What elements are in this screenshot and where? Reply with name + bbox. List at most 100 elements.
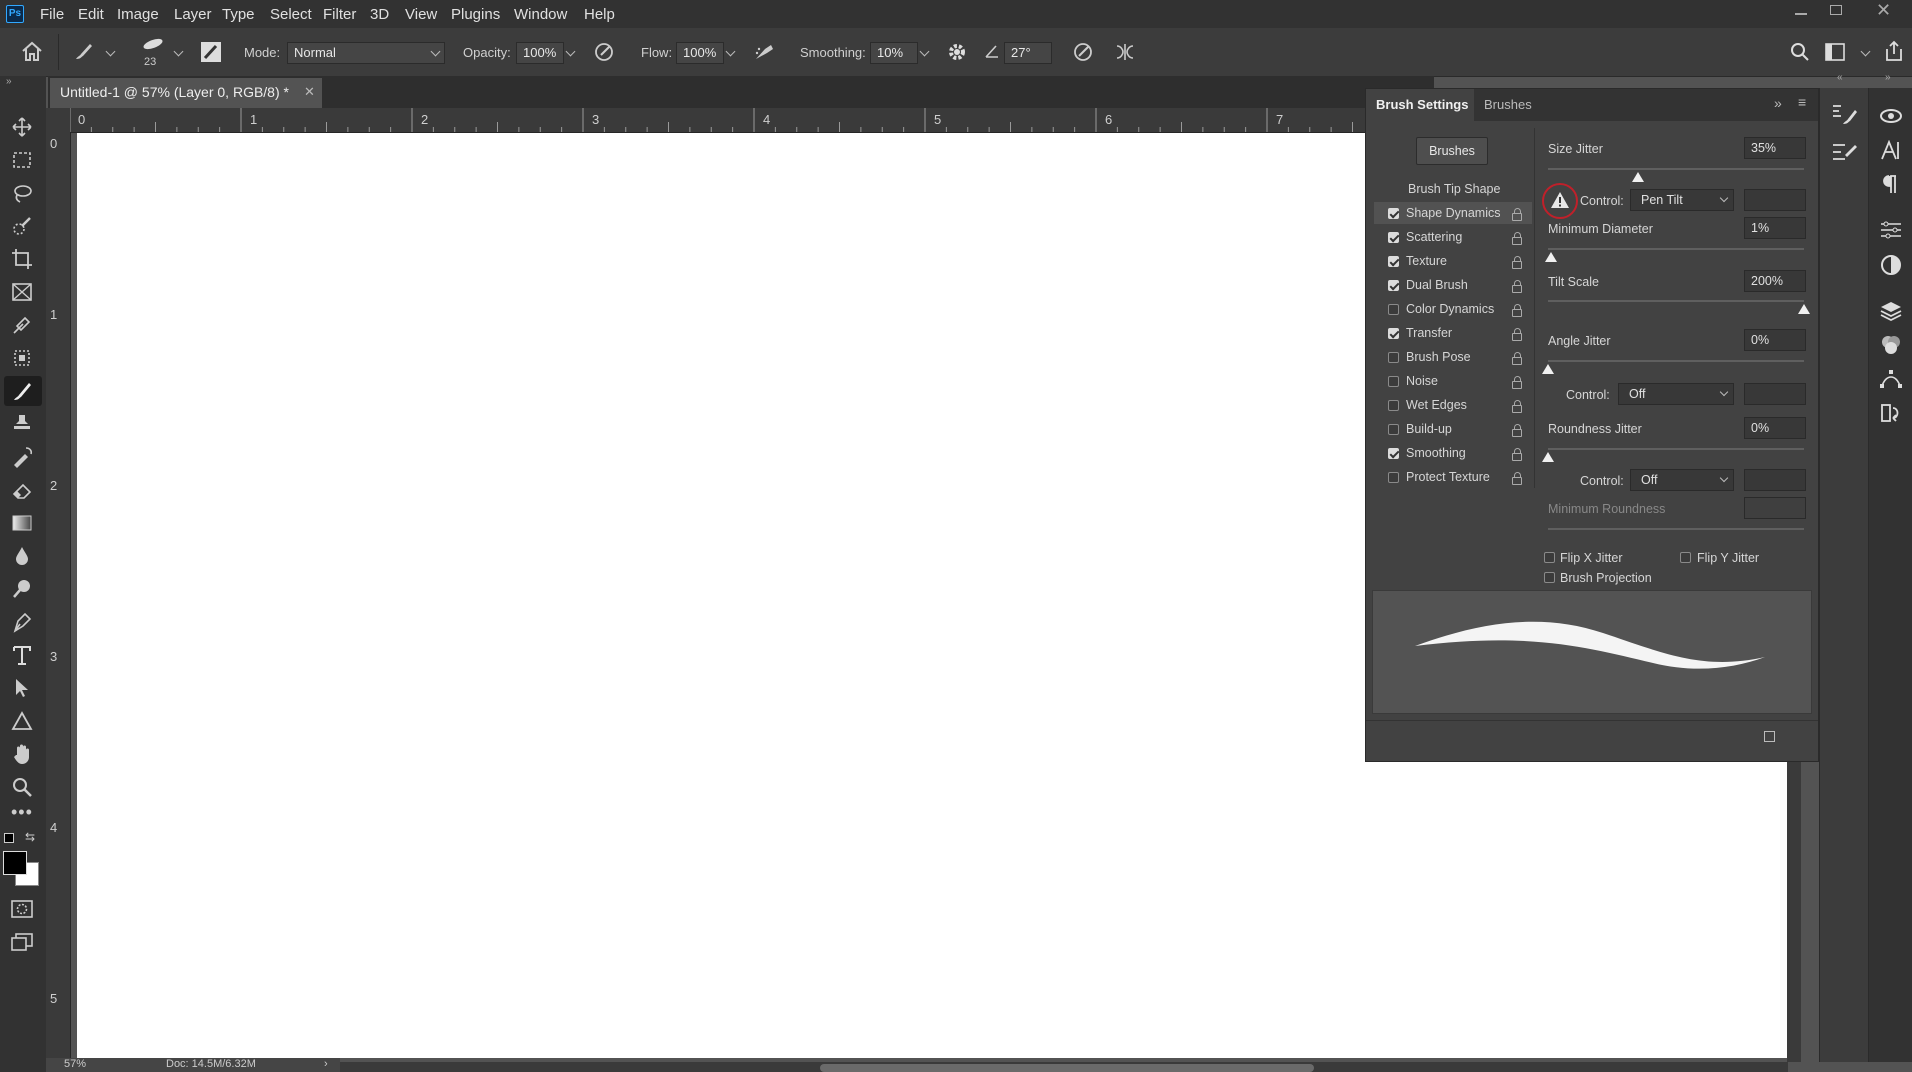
flip-x-jitter-checkbox[interactable]	[1544, 552, 1555, 563]
brush-option-smoothing[interactable]: Smoothing	[1374, 442, 1532, 464]
pen-tool-icon[interactable]	[11, 611, 33, 633]
menu-window[interactable]: Window	[514, 6, 567, 23]
horizontal-scroll-thumb[interactable]	[820, 1064, 1314, 1072]
control-select-angle[interactable]: Off	[1618, 383, 1734, 405]
tilt-scale-input[interactable]: 200%	[1744, 270, 1806, 292]
brush-option-checkbox[interactable]	[1388, 400, 1399, 411]
lock-icon[interactable]	[1512, 400, 1522, 413]
tab-brushes[interactable]: Brushes	[1474, 89, 1546, 121]
slider-handle[interactable]	[1542, 364, 1554, 374]
restore-icon[interactable]	[1830, 5, 1842, 15]
default-colors-icon[interactable]	[4, 833, 14, 843]
brush-option-checkbox[interactable]	[1388, 448, 1399, 459]
status-menu-icon[interactable]: ›	[324, 1058, 328, 1070]
collapse-icon[interactable]: »	[1885, 72, 1891, 83]
control-select-roundness[interactable]: Off	[1630, 469, 1734, 491]
slider-handle[interactable]	[1798, 304, 1810, 314]
paths-icon[interactable]	[1879, 368, 1903, 390]
control-select-size[interactable]: Pen Tilt	[1630, 189, 1734, 211]
roundness-jitter-slider[interactable]	[1548, 448, 1804, 450]
character-icon[interactable]	[1879, 140, 1903, 160]
close-tab-icon[interactable]: ✕	[304, 84, 315, 100]
brushes-panel-icon[interactable]	[1831, 140, 1857, 164]
lasso-tool-icon[interactable]	[11, 182, 33, 204]
gradient-tool-icon[interactable]	[11, 512, 33, 534]
workspace-icon[interactable]	[1825, 43, 1845, 61]
brush-option-protect-texture[interactable]: Protect Texture	[1374, 466, 1532, 488]
horizontal-ruler[interactable]: 0 1 2 3 4 5 6 7	[70, 108, 1466, 133]
lock-icon[interactable]	[1512, 352, 1522, 365]
pressure-size-icon[interactable]	[1072, 41, 1094, 63]
quick-selection-icon[interactable]	[11, 215, 33, 237]
eraser-icon[interactable]	[11, 479, 33, 501]
lock-icon[interactable]	[1512, 448, 1522, 461]
menu-help[interactable]: Help	[584, 6, 615, 23]
brush-option-checkbox[interactable]	[1388, 376, 1399, 387]
brush-option-checkbox[interactable]	[1388, 280, 1399, 291]
lock-icon[interactable]	[1512, 304, 1522, 317]
slider-handle[interactable]	[1542, 452, 1554, 462]
menu-3d[interactable]: 3D	[370, 6, 389, 23]
angle-jitter-slider[interactable]	[1548, 360, 1804, 362]
menu-layer[interactable]: Layer	[174, 6, 212, 23]
close-icon[interactable]: ✕	[1876, 0, 1891, 21]
vertical-scrollbar[interactable]	[1787, 762, 1801, 1062]
brush-option-dual-brush[interactable]: Dual Brush	[1374, 274, 1532, 296]
lock-icon[interactable]	[1512, 472, 1522, 485]
roundness-jitter-input[interactable]: 0%	[1744, 417, 1806, 439]
brush-option-checkbox[interactable]	[1388, 304, 1399, 315]
brush-preset-icon[interactable]	[140, 36, 166, 52]
brush-settings-panel-icon[interactable]	[1831, 102, 1857, 126]
lock-icon[interactable]	[1512, 208, 1522, 221]
brush-option-noise[interactable]: Noise	[1374, 370, 1532, 392]
minimum-roundness-input[interactable]	[1744, 497, 1806, 519]
chevron-down-icon[interactable]	[173, 46, 184, 57]
foreground-color-swatch[interactable]	[3, 851, 27, 875]
collapse-icon[interactable]: »	[6, 76, 12, 87]
minimize-icon[interactable]	[1795, 13, 1807, 15]
pressure-opacity-icon[interactable]	[593, 41, 615, 63]
healing-brush-icon[interactable]	[11, 347, 33, 369]
angle-jitter-input[interactable]: 0%	[1744, 329, 1806, 351]
menu-filter[interactable]: Filter	[323, 6, 356, 23]
minimum-roundness-slider[interactable]	[1548, 528, 1804, 530]
path-selection-icon[interactable]	[11, 677, 33, 699]
slider-handle[interactable]	[1544, 252, 1557, 262]
chevron-down-icon[interactable]	[105, 46, 116, 57]
size-jitter-slider[interactable]	[1548, 168, 1804, 170]
brush-tip-shape-item[interactable]: Brush Tip Shape	[1374, 177, 1532, 201]
tilt-scale-slider[interactable]	[1548, 300, 1804, 302]
slider-handle[interactable]	[1631, 172, 1644, 182]
collapse-panel-icon[interactable]: »	[1774, 95, 1782, 111]
brush-option-checkbox[interactable]	[1388, 256, 1399, 267]
chevron-down-icon[interactable]	[919, 46, 930, 57]
type-tool-icon[interactable]	[11, 644, 33, 666]
opacity-input[interactable]: 100%	[516, 42, 564, 64]
size-jitter-input[interactable]: 35%	[1744, 137, 1806, 159]
document-tab[interactable]: Untitled-1 @ 57% (Layer 0, RGB/8) * ✕	[50, 78, 322, 108]
brush-projection-checkbox[interactable]	[1544, 572, 1555, 583]
chevron-down-icon[interactable]	[1860, 46, 1871, 57]
brush-option-wet-edges[interactable]: Wet Edges	[1374, 394, 1532, 416]
screen-mode-icon[interactable]	[11, 933, 33, 951]
chevron-down-icon[interactable]	[565, 46, 576, 57]
3d-icon[interactable]	[1879, 106, 1903, 126]
vertical-ruler[interactable]: 0 1 2 3 4 5	[46, 132, 71, 1062]
more-tools-icon[interactable]: •••	[11, 802, 33, 823]
brush-tool-icon[interactable]	[11, 380, 33, 402]
symmetry-icon[interactable]	[1113, 41, 1137, 63]
properties-icon[interactable]	[1879, 220, 1903, 240]
crop-tool-icon[interactable]	[11, 248, 33, 270]
gear-icon[interactable]	[946, 41, 968, 63]
quick-mask-icon[interactable]	[11, 900, 33, 918]
flip-y-jitter-checkbox[interactable]	[1680, 552, 1691, 563]
brush-option-checkbox[interactable]	[1388, 424, 1399, 435]
minimum-diameter-slider[interactable]	[1548, 248, 1804, 250]
history-brush-icon[interactable]	[11, 446, 33, 468]
menu-plugins[interactable]: Plugins	[451, 6, 500, 23]
mode-select[interactable]: Normal	[287, 42, 445, 64]
search-icon[interactable]	[1790, 42, 1810, 62]
brush-option-checkbox[interactable]	[1388, 232, 1399, 243]
flow-input[interactable]: 100%	[676, 42, 724, 64]
brush-option-checkbox[interactable]	[1388, 208, 1399, 219]
